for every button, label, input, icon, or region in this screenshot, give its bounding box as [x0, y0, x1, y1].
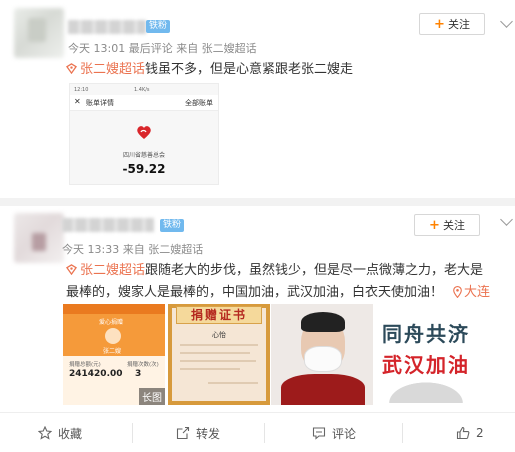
super-topic-icon: [66, 264, 77, 275]
donation-record-image[interactable]: 爱心捐赠 张二嫂 捐赠总额(元) 241420.00 捐赠次数(次) 3 长图: [63, 304, 165, 405]
body: [281, 374, 365, 405]
face-mask: [304, 346, 342, 372]
post-text: 张二嫂超话跟随老大的步伐，虽然钱少，但是尽一点微薄之力，老大是最棒的，嫂家人是最…: [66, 260, 496, 304]
certificate-line: [180, 352, 250, 354]
post-meta: 今天 13:01 最后评论 来自 张二嫂超话: [68, 42, 257, 55]
certificate-line: [180, 360, 256, 362]
stat-label: 捐赠总额(元): [69, 362, 101, 368]
super-topic-link[interactable]: 张二嫂超话: [66, 263, 145, 278]
location-pin-icon: [453, 286, 462, 298]
donation-title: 爱心捐赠: [99, 319, 124, 326]
post-separator: [0, 198, 515, 206]
location-label: 大连: [464, 285, 491, 300]
follow-button[interactable]: + 关注: [419, 13, 485, 35]
post-meta: 今天 13:33 来自 张二嫂超话: [62, 243, 204, 256]
receipt-image[interactable]: 12:10 1.4K/s ✕ 账单详情 全部账单 四川省慈善总会 -59.22: [69, 83, 219, 185]
comment-button[interactable]: 评论: [312, 423, 356, 443]
status-speed: 1.4K/s: [134, 87, 150, 93]
weibo-post-1: 铁粉 今天 13:01 最后评论 来自 张二嫂超话 + 关注 张二嫂超话钱虽不多…: [0, 0, 515, 198]
plus-icon: +: [434, 16, 445, 32]
divider: [264, 423, 265, 443]
certificate-banner: 捐赠证书: [176, 306, 262, 324]
hands-graphic: [383, 379, 469, 403]
follow-label: 关注: [442, 219, 465, 232]
receipt-org: 四川省慈善总会: [122, 152, 165, 159]
selfie-image[interactable]: [271, 304, 373, 405]
chevron-down-icon[interactable]: [500, 15, 513, 28]
close-icon: ✕: [74, 97, 81, 106]
donation-certificate-image[interactable]: 捐赠证书 心怡: [168, 304, 270, 405]
hair: [301, 312, 345, 332]
plus-icon: +: [429, 217, 440, 233]
super-topic-icon: [66, 63, 77, 74]
super-topic-label: 张二嫂超话: [80, 62, 146, 77]
like-count: 2: [476, 426, 484, 440]
repost-icon: [176, 426, 190, 440]
receipt-all-bills: 全部账单: [185, 99, 213, 107]
certificate-line: [208, 382, 258, 384]
avatar[interactable]: [14, 213, 64, 263]
fan-badge: 铁粉: [160, 219, 185, 232]
action-bar: 收藏 转发 评论 2: [0, 412, 515, 452]
post-text: 张二嫂超话钱虽不多，但是心意紧跟老张二嫂走: [66, 59, 506, 81]
receipt-nav: ✕ 账单详情 全部账单: [70, 95, 218, 111]
comment-icon: [312, 427, 326, 440]
like-button[interactable]: 2: [456, 423, 484, 443]
poster-line-2: 武汉加油: [382, 353, 470, 377]
username-blurred[interactable]: [62, 218, 154, 232]
long-image-badge: 长图: [139, 388, 165, 405]
location-link[interactable]: 大连: [443, 285, 490, 300]
repost-label: 转发: [196, 426, 221, 441]
comment-label: 评论: [332, 426, 357, 441]
fan-badge: 铁粉: [146, 20, 171, 33]
repost-button[interactable]: 转发: [176, 423, 220, 443]
donor-name: 张二嫂: [103, 348, 122, 355]
app-status-bar: [63, 304, 165, 314]
divider: [402, 423, 403, 443]
wuhan-jiayou-poster-image[interactable]: 同舟共济 武汉加油: [375, 304, 477, 405]
charity-heart-icon: [137, 126, 151, 139]
status-time: 12:10: [74, 87, 89, 93]
certificate-name: 心怡: [212, 331, 226, 339]
super-topic-link[interactable]: 张二嫂超话: [66, 62, 145, 77]
star-icon: [38, 426, 52, 440]
favorite-button[interactable]: 收藏: [38, 423, 82, 443]
stat-value: 3: [135, 369, 142, 379]
follow-label: 关注: [447, 18, 470, 31]
favorite-label: 收藏: [58, 426, 83, 441]
certificate-line: [180, 344, 258, 346]
stat-value: 241420.00: [69, 369, 123, 379]
certificate-line: [180, 368, 240, 370]
avatar: [105, 328, 121, 344]
super-topic-label: 张二嫂超话: [80, 263, 146, 278]
status-bar: 12:10 1.4K/s: [74, 87, 216, 95]
avatar[interactable]: [14, 8, 64, 58]
username-blurred[interactable]: [68, 20, 146, 34]
receipt-title: 账单详情: [86, 99, 114, 107]
thumbs-up-icon: [456, 426, 470, 440]
donation-header: 爱心捐赠 张二嫂: [63, 314, 165, 356]
divider: [132, 423, 133, 443]
follow-button[interactable]: + 关注: [414, 214, 480, 236]
poster-line-1: 同舟共济: [382, 322, 470, 346]
stat-label: 捐赠次数(次): [127, 362, 159, 368]
post-body: 钱虽不多，但是心意紧跟老张二嫂走: [145, 62, 354, 77]
receipt-amount: -59.22: [122, 162, 166, 176]
